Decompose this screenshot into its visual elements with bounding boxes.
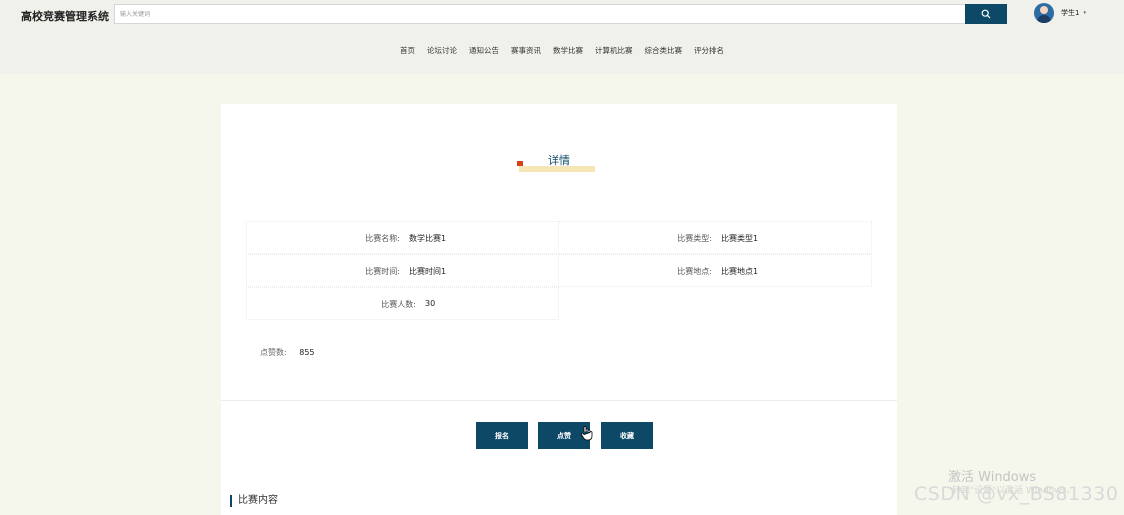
search-box[interactable] (114, 4, 966, 24)
signup-button[interactable]: 报名 (476, 422, 528, 449)
main-nav: 首页 论坛讨论 通知公告 赛事资讯 数学比赛 计算机比赛 综合类比赛 评分排名 (0, 45, 1124, 56)
field-contest-time: 比赛时间: 比赛时间1 (246, 254, 559, 287)
field-contest-participants: 比赛人数: 30 (246, 287, 559, 320)
user-menu[interactable]: 学生1 ▾ (1034, 3, 1086, 23)
favorite-button[interactable]: 收藏 (601, 422, 653, 449)
search-input[interactable] (115, 5, 965, 23)
field-value: 比赛地点1 (721, 267, 759, 276)
nav-item-notices[interactable]: 通知公告 (469, 45, 499, 56)
field-contest-location: 比赛地点: 比赛地点1 (558, 254, 872, 287)
avatar[interactable] (1034, 3, 1054, 23)
field-label: 比赛人数: (381, 300, 416, 309)
field-value: 比赛时间1 (409, 267, 447, 276)
nav-item-general-contest[interactable]: 综合类比赛 (645, 45, 683, 56)
nav-item-ranking[interactable]: 评分排名 (694, 45, 724, 56)
field-label: 比赛时间: (365, 267, 400, 276)
header-bar: 高校竞赛管理系统 学生1 ▾ 首页 论坛讨论 通知公告 赛事资讯 数学比赛 计算… (0, 0, 1124, 74)
hand-cursor-icon (581, 426, 593, 441)
likes-label: 点赞数: (260, 348, 287, 357)
nav-item-forum[interactable]: 论坛讨论 (427, 45, 457, 56)
field-label: 比赛名称: (365, 234, 400, 243)
field-label: 比赛地点: (677, 267, 712, 276)
page-title: 详情 (548, 154, 570, 167)
user-name: 学生1 (1061, 9, 1080, 17)
field-label: 比赛类型: (677, 234, 712, 243)
section-title-contest-content: 比赛内容 (230, 495, 278, 507)
likes-count: 点赞数: 855 (260, 347, 315, 358)
site-logo[interactable]: 高校竞赛管理系统 (21, 8, 109, 24)
search-icon (981, 9, 991, 19)
field-contest-name: 比赛名称: 数学比赛1 (246, 221, 559, 254)
detail-card: 详情 比赛名称: 数学比赛1 比赛类型: 比赛类型1 比赛时间: 比赛时间1 比… (221, 104, 897, 515)
field-value: 比赛类型1 (721, 234, 759, 243)
divider (221, 400, 897, 401)
nav-item-computer-contest[interactable]: 计算机比赛 (595, 45, 633, 56)
detail-heading: 详情 (221, 152, 897, 182)
chevron-down-icon: ▾ (1083, 10, 1086, 16)
nav-item-news[interactable]: 赛事资讯 (511, 45, 541, 56)
field-value: 数学比赛1 (409, 234, 447, 243)
field-contest-type: 比赛类型: 比赛类型1 (558, 221, 872, 254)
search-button[interactable] (965, 4, 1007, 24)
nav-item-home[interactable]: 首页 (400, 45, 415, 56)
likes-value: 855 (299, 348, 315, 357)
csdn-watermark: CSDN @vx_BS81330 (914, 483, 1119, 505)
nav-item-math-contest[interactable]: 数学比赛 (553, 45, 583, 56)
field-value: 30 (425, 299, 436, 308)
